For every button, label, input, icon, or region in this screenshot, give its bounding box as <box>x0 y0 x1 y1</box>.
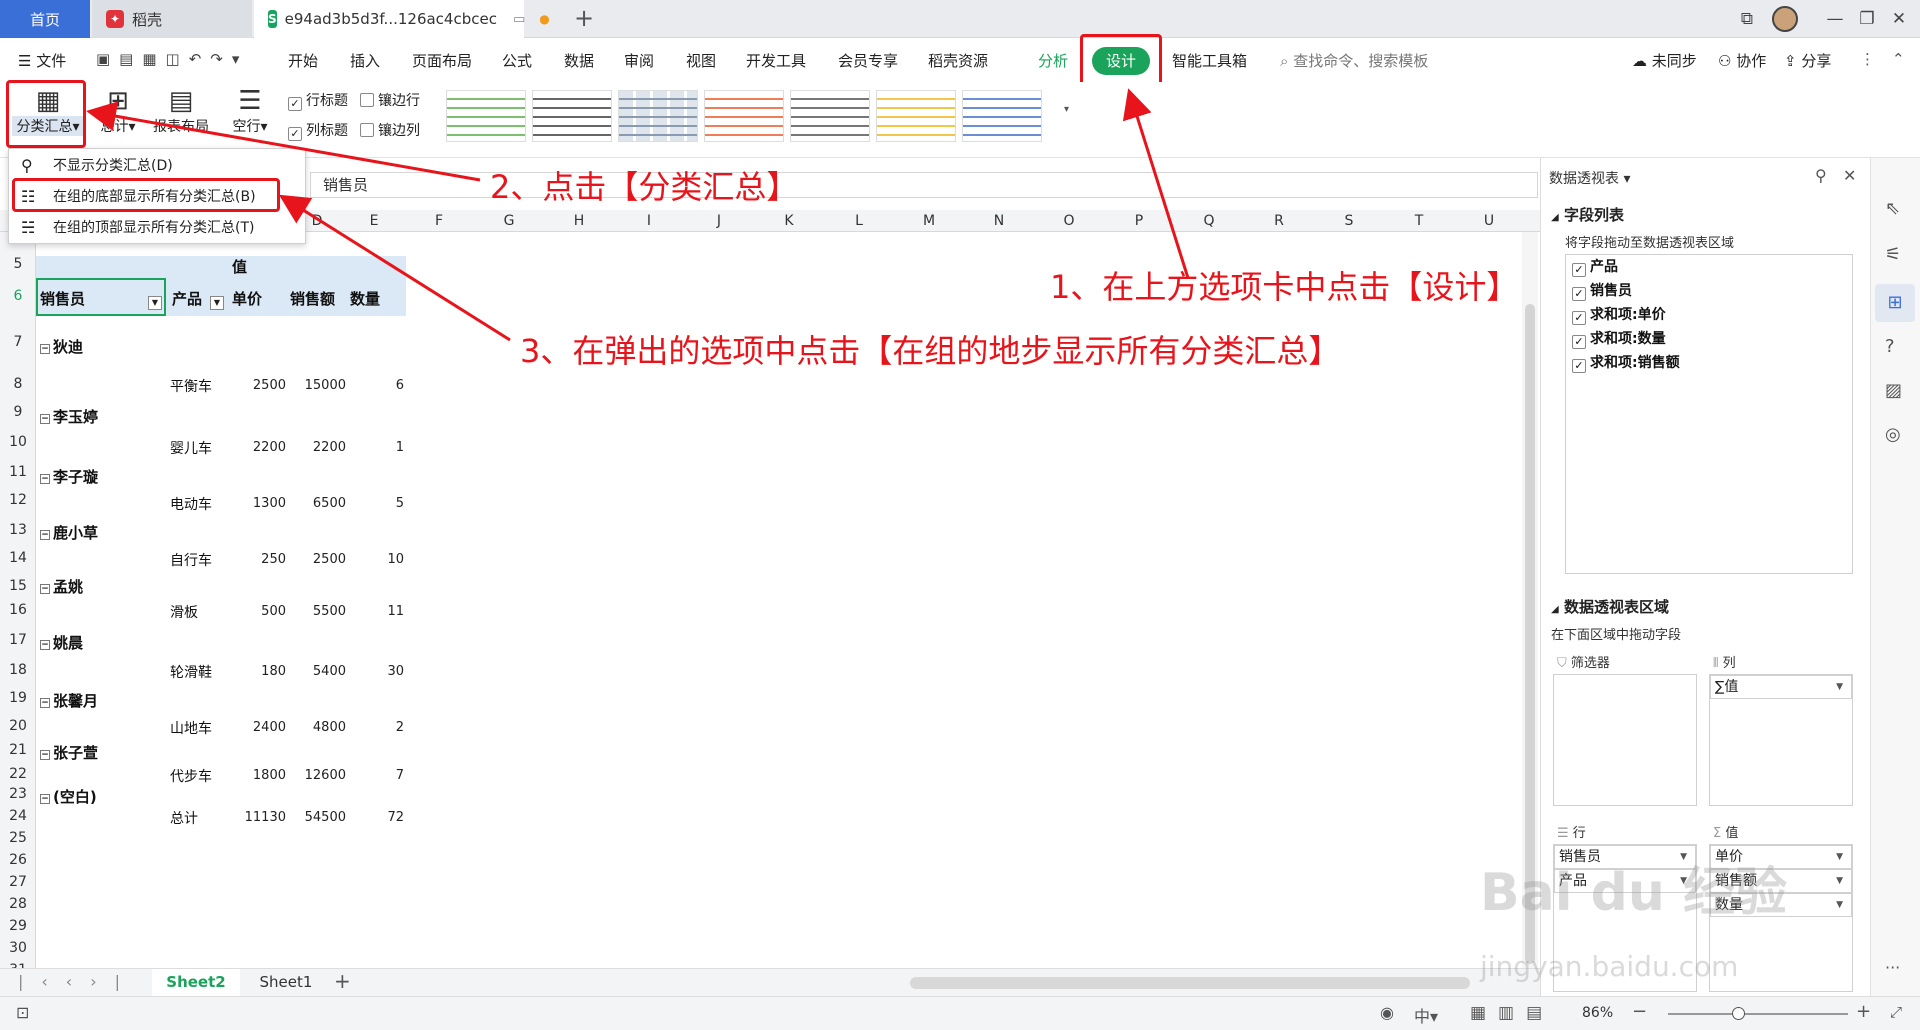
watermark-brand: Bai du 经验 <box>1480 863 1787 923</box>
arrow-to-design <box>1122 88 1190 279</box>
arrow-to-subtotal <box>86 101 481 182</box>
annotation-step-3: 3、在弹出的选项中点击【在组的地步显示所有分类汇总】 <box>520 332 1341 370</box>
annotation-step-1: 1、在上方选项卡中点击【设计】 <box>1050 268 1519 306</box>
arrow-to-option <box>278 194 511 342</box>
watermark-url: jingyan.baidu.com <box>1480 950 1739 983</box>
annotation-step-2: 2、点击【分类汇总】 <box>490 168 799 206</box>
